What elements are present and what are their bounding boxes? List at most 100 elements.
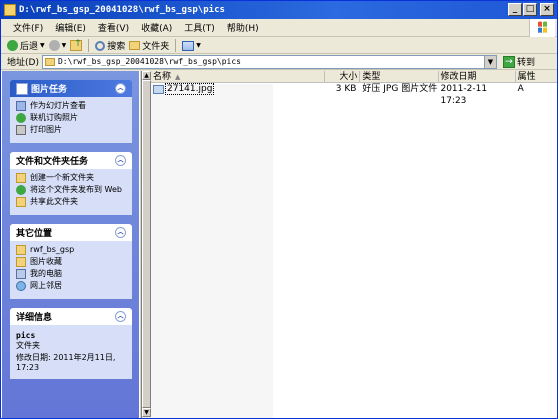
windows-logo-icon [529,19,555,37]
scroll-thumb[interactable] [142,80,151,408]
toolbar-separator [175,39,177,52]
globe-icon [16,113,26,123]
menu-file[interactable]: 文件(F) [7,21,49,34]
forward-button[interactable]: ▼ [48,40,67,51]
picture-tasks-icon [16,82,28,95]
menu-view[interactable]: 查看(V) [92,21,135,34]
task-publish-web[interactable]: 将这个文件夹发布到 Web [16,185,126,195]
other-places-panel: 其它位置 ︿ rwf_bs_gsp 图片收藏 我的电脑 网上邻居 [10,224,132,299]
chevron-down-icon[interactable]: ▼ [196,42,201,49]
details-header[interactable]: 详细信息 ︿ [10,308,132,325]
other-places-header[interactable]: 其它位置 ︿ [10,224,132,241]
file-tasks-panel: 文件和文件夹任务 ︿ 创建一个新文件夹 将这个文件夹发布到 Web 共享此文件夹 [10,152,132,215]
up-folder-icon: ↑ [70,40,83,51]
task-label: 我的电脑 [30,269,62,278]
network-icon [16,281,26,291]
chevron-down-icon[interactable]: ▼ [62,42,67,49]
go-label: 转到 [516,58,535,68]
search-icon [95,40,106,51]
task-new-folder[interactable]: 创建一个新文件夹 [16,173,126,183]
file-tasks-body: 创建一个新文件夹 将这个文件夹发布到 Web 共享此文件夹 [10,169,132,215]
table-row[interactable]: 27141.jpg 3 KB 好压 JPG 图片文件 2011-2-11 17:… [151,83,557,106]
scroll-up-button[interactable]: ▲ [142,71,151,80]
search-button[interactable]: 搜索 [95,39,125,52]
address-dropdown-button[interactable]: ▼ [483,55,496,68]
details-type: 文件夹 [16,341,40,350]
column-date[interactable]: 修改日期 [439,71,516,83]
file-type: 好压 JPG 图片文件 [362,84,438,94]
task-label: 图片收藏 [30,257,62,266]
views-button[interactable]: ▼ [182,40,201,51]
go-button[interactable]: → 转到 [502,55,535,68]
task-share-folder[interactable]: 共享此文件夹 [16,197,126,207]
toolbar-separator [88,39,90,52]
column-attributes[interactable]: 属性 [516,71,557,83]
go-arrow-icon: → [502,55,515,68]
collapse-icon[interactable]: ︿ [115,83,126,94]
task-label: 创建一个新文件夹 [30,173,94,182]
file-tasks-header[interactable]: 文件和文件夹任务 ︿ [10,152,132,169]
printer-icon [16,125,26,135]
collapse-icon[interactable]: ︿ [115,227,126,238]
back-arrow-icon [7,40,18,51]
folders-icon [129,41,141,50]
column-size[interactable]: 大小 [325,71,361,83]
column-label: 名称 [153,72,172,82]
collapse-icon[interactable]: ︿ [115,311,126,322]
place-network[interactable]: 网上邻居 [16,281,126,291]
address-bar: 地址(D) D:\rwf_bs_gsp_20041028\rwf_bs_gsp\… [1,54,557,70]
file-name-cell[interactable]: 27141.jpg [151,83,325,95]
search-label: 搜索 [107,42,126,52]
place-rwf-bs-gsp[interactable]: rwf_bs_gsp [16,245,126,255]
file-size: 3 KB [335,84,357,94]
computer-icon [16,269,26,279]
picture-tasks-header[interactable]: 图片任务 ︿ [10,80,132,97]
menu-edit[interactable]: 编辑(E) [49,21,92,34]
explorer-window: D:\rwf_bs_gsp_20041028\rwf_bs_gsp\pics _… [0,0,558,419]
menu-favorites[interactable]: 收藏(A) [135,21,178,34]
place-my-computer[interactable]: 我的电脑 [16,269,126,279]
collapse-icon[interactable]: ︿ [115,155,126,166]
title-bar[interactable]: D:\rwf_bs_gsp_20041028\rwf_bs_gsp\pics _… [1,1,557,19]
menu-help[interactable]: 帮助(H) [221,21,265,34]
file-list: 名称 ▲ 大小 类型 修改日期 属性 27141.jpg 3 KB 好压 JPG… [151,71,557,418]
minimize-button[interactable]: _ [508,3,522,16]
task-label: 联机订购照片 [30,113,78,122]
column-name[interactable]: 名称 ▲ [151,71,326,83]
sorted-column-highlight [151,84,273,418]
task-slideshow[interactable]: 作为幻灯片查看 [16,101,126,111]
folders-label: 文件夹 [142,42,170,52]
menu-bar: 文件(F) 编辑(E) 查看(V) 收藏(A) 工具(T) 帮助(H) [1,19,557,37]
details-name: pics [16,331,36,340]
column-type[interactable]: 类型 [360,71,439,83]
scroll-down-button[interactable]: ▼ [142,408,151,417]
maximize-button[interactable]: □ [523,3,537,16]
sort-ascending-icon: ▲ [175,73,181,81]
file-date: 2011-2-11 17:23 [440,84,488,106]
address-input[interactable]: D:\rwf_bs_gsp_20041028\rwf_bs_gsp\pics ▼ [41,54,497,69]
folder-icon [16,245,26,255]
task-order-prints[interactable]: 联机订购照片 [16,113,126,123]
details-body: pics 文件夹 修改日期: 2011年2月11日, 17:23 [10,325,132,379]
window-title: D:\rwf_bs_gsp_20041028\rwf_bs_gsp\pics [19,5,225,15]
window-controls: _ □ × [508,3,554,16]
up-folder-button[interactable]: ↑ [70,40,83,51]
task-label: 网上邻居 [30,281,62,290]
task-print[interactable]: 打印图片 [16,125,126,135]
back-label: 后退 [20,42,39,52]
chevron-down-icon[interactable]: ▼ [40,42,45,49]
other-places-title: 其它位置 [16,229,53,239]
task-label: 作为幻灯片查看 [30,101,86,110]
folders-button[interactable]: 文件夹 [129,39,169,52]
slideshow-icon [16,101,26,111]
picture-tasks-title: 图片任务 [31,85,68,95]
close-button[interactable]: × [540,3,554,16]
column-header: 名称 ▲ 大小 类型 修改日期 属性 [151,71,557,83]
menu-tools[interactable]: 工具(T) [178,21,221,34]
place-my-pictures[interactable]: 图片收藏 [16,257,126,267]
task-label: 打印图片 [30,125,62,134]
vertical-scrollbar[interactable]: ▲ ▼ [142,71,151,418]
folder-icon [4,4,16,16]
back-button[interactable]: 后退 ▼ [7,39,45,52]
details-modified: 修改日期: 2011年2月11日, 17:23 [16,353,116,372]
